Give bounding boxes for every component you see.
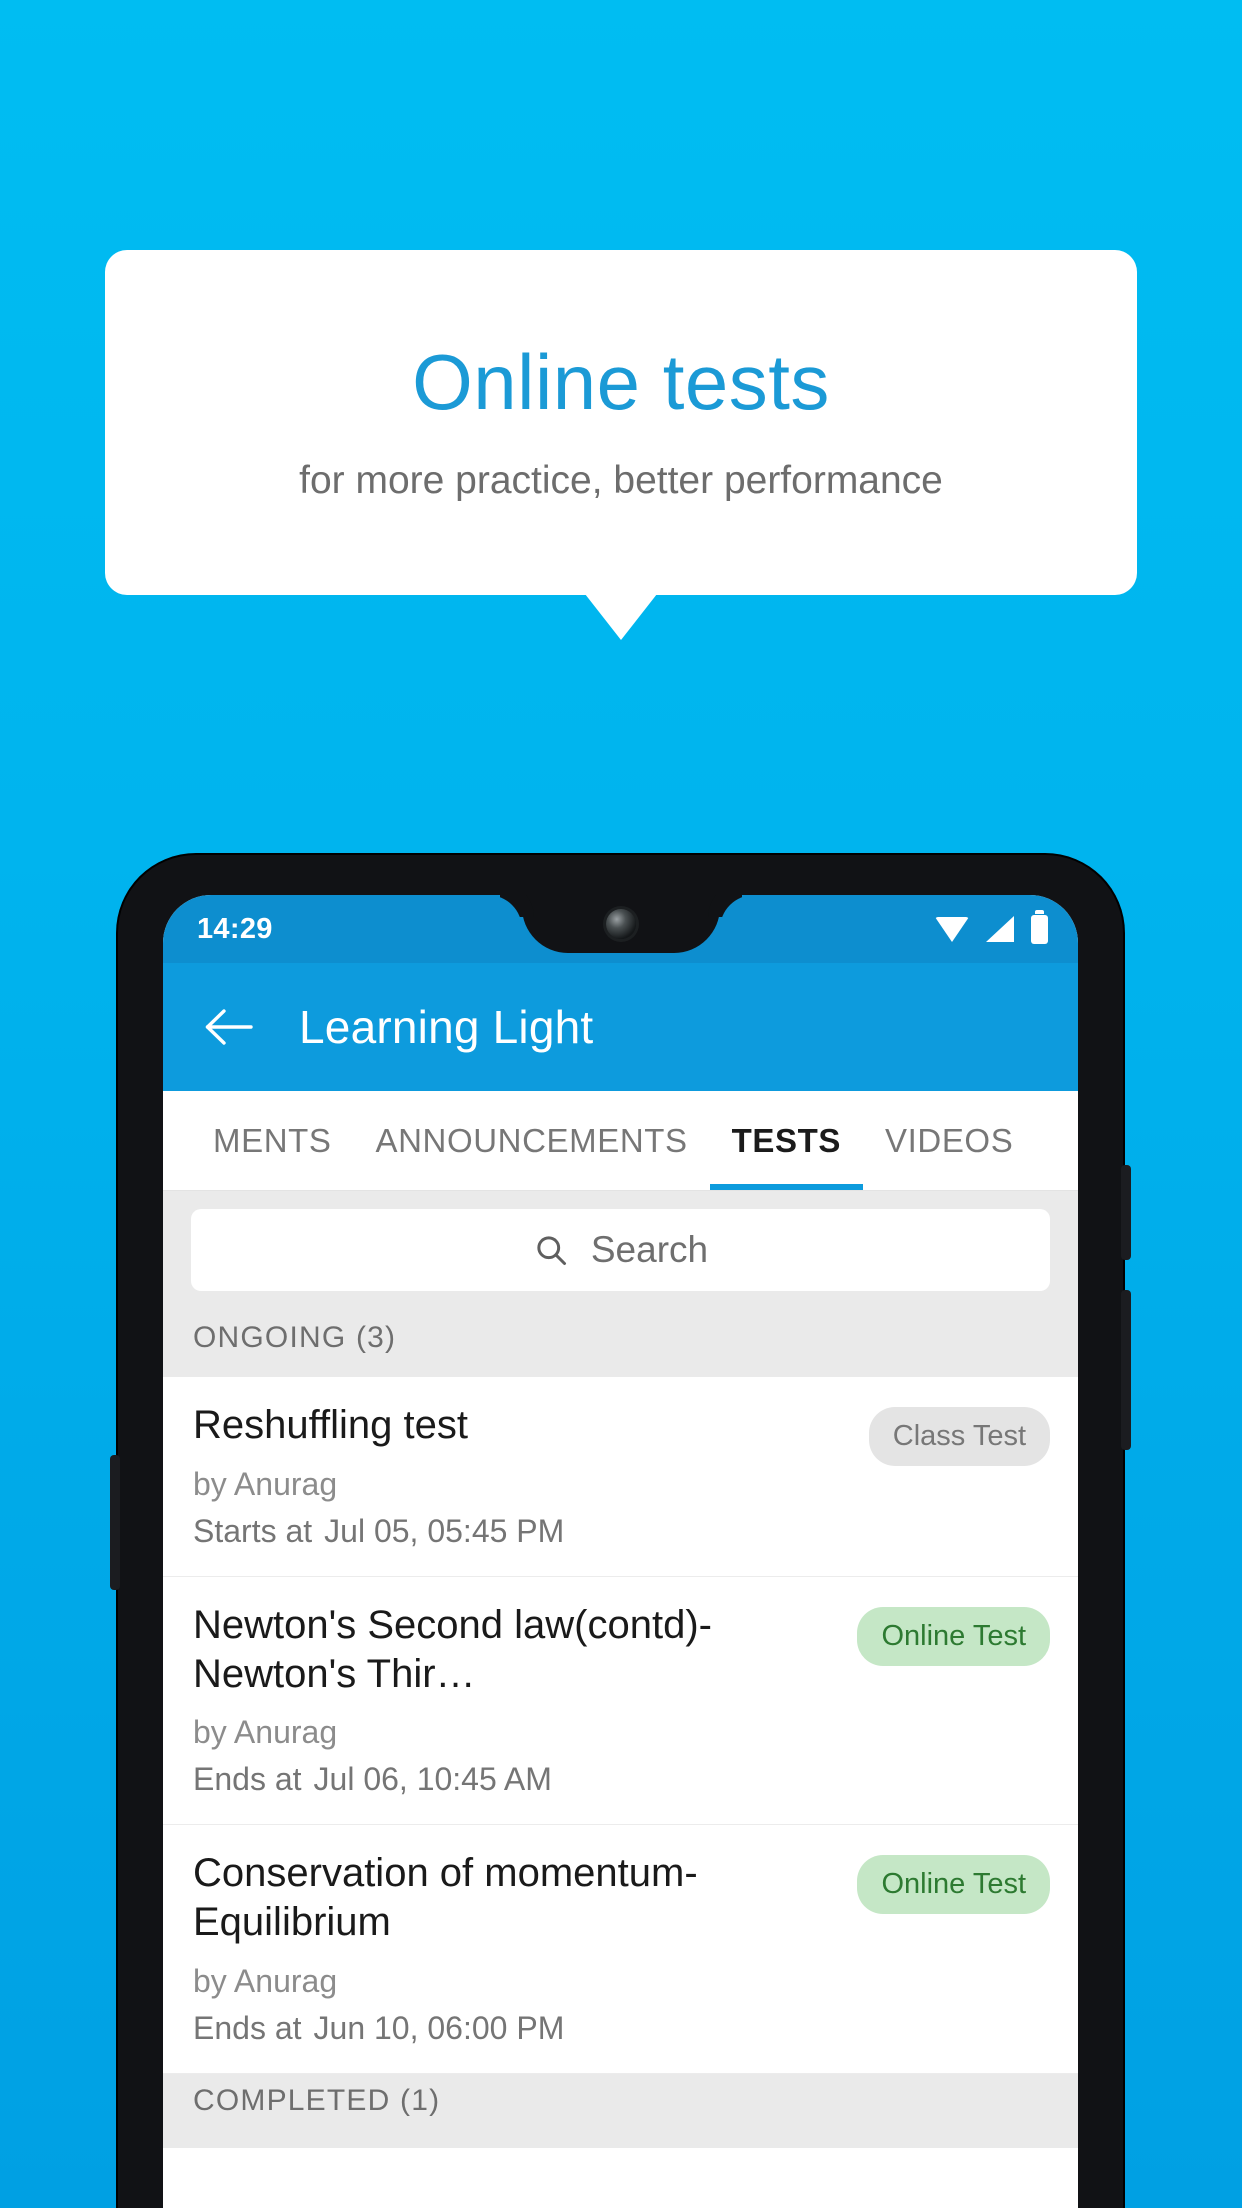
tab-tests[interactable]: TESTS xyxy=(709,1091,864,1190)
test-time-label: Starts at xyxy=(193,1512,313,1549)
test-time: Ends at Jun 10, 06:00 PM xyxy=(193,2010,839,2047)
phone-button-power xyxy=(1121,1165,1131,1260)
promo-title: Online tests xyxy=(412,337,830,426)
wifi-icon xyxy=(935,916,969,942)
page-title: Learning Light xyxy=(299,1001,594,1053)
test-item-content: Newton's Second law(contd)-Newton's Thir… xyxy=(193,1601,839,1799)
test-item-content: Reshuffling test by Anurag Starts at Jul … xyxy=(193,1401,851,1550)
test-time-value: Jul 06, 10:45 AM xyxy=(313,1761,552,1798)
back-arrow-icon[interactable] xyxy=(201,999,257,1055)
section-header-completed: COMPLETED (1) xyxy=(163,2073,1078,2148)
test-title: Conservation of momentum-Equilibrium xyxy=(193,1851,698,1945)
callout-pointer xyxy=(585,594,657,640)
front-camera-icon xyxy=(605,909,636,939)
test-time-value: Jul 05, 05:45 PM xyxy=(324,1512,565,1549)
test-time-label: Ends at xyxy=(193,2009,302,2046)
status-badge: Online Test xyxy=(857,1606,1050,1666)
test-author: by Anurag xyxy=(193,1962,338,1999)
test-list-item[interactable]: Newton's Second law(contd)-Newton's Thir… xyxy=(163,1577,1078,1826)
search-icon xyxy=(537,1236,566,1265)
tab-bar: MENTS ANNOUNCEMENTS TESTS VIDEOS xyxy=(163,1091,1078,1191)
search-input[interactable]: Search xyxy=(191,1209,1050,1291)
phone-button-volume xyxy=(1121,1290,1131,1450)
app-bar: Learning Light xyxy=(163,963,1078,1091)
tests-list: Reshuffling test by Anurag Starts at Jul … xyxy=(163,1377,1078,2074)
promo-callout-card: Online tests for more practice, better p… xyxy=(105,250,1137,595)
test-list-item[interactable]: Conservation of momentum-Equilibrium by … xyxy=(163,1825,1078,2074)
tab-videos[interactable]: VIDEOS xyxy=(863,1091,1035,1190)
status-badge: Online Test xyxy=(857,1855,1050,1915)
status-badge: Class Test xyxy=(868,1407,1050,1466)
search-placeholder: Search xyxy=(590,1229,709,1270)
test-item-content: Conservation of momentum-Equilibrium by … xyxy=(193,1849,839,2047)
test-time: Ends at Jul 06, 10:45 AM xyxy=(193,1761,839,1798)
test-time-value: Jun 10, 06:00 PM xyxy=(313,2009,565,2046)
test-title: Reshuffling test xyxy=(193,1403,468,1447)
test-author: by Anurag xyxy=(193,1714,338,1751)
phone-notch xyxy=(521,895,720,953)
cellular-signal-icon xyxy=(986,916,1014,942)
section-header-ongoing: ONGOING (3) xyxy=(163,1311,1078,1377)
search-container: Search xyxy=(163,1191,1078,1311)
status-bar-icons xyxy=(935,909,1048,944)
phone-device-frame: 14:29 Learning Light MENTS ANNOUNCEMENTS… xyxy=(110,855,1131,2208)
tab-announcements[interactable]: ANNOUNCEMENTS xyxy=(354,1091,710,1190)
test-time-label: Ends at xyxy=(193,1761,302,1798)
status-bar: 14:29 xyxy=(163,895,1078,963)
status-bar-time: 14:29 xyxy=(197,912,273,945)
test-time: Starts at Jul 05, 05:45 PM xyxy=(193,1513,851,1550)
phone-button-assistant xyxy=(110,1455,120,1590)
battery-icon xyxy=(1031,909,1048,944)
test-author: by Anurag xyxy=(193,1465,338,1502)
test-title: Newton's Second law(contd)-Newton's Thir… xyxy=(193,1602,712,1696)
tab-assignments[interactable]: MENTS xyxy=(191,1091,354,1190)
test-list-item[interactable]: Reshuffling test by Anurag Starts at Jul … xyxy=(163,1377,1078,1577)
promo-subtitle: for more practice, better performance xyxy=(299,459,943,503)
phone-screen: 14:29 Learning Light MENTS ANNOUNCEMENTS… xyxy=(163,895,1078,2208)
promo-screenshot: Online tests for more practice, better p… xyxy=(0,0,1242,2208)
